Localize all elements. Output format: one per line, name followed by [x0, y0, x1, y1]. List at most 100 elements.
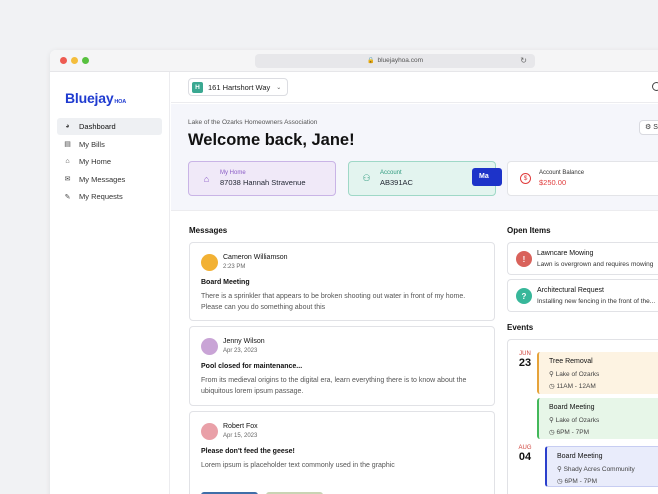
maximize-window-button[interactable]: [82, 57, 89, 64]
sender-name: Cameron Williamson: [223, 254, 288, 261]
message-time: Apr 15, 2023: [223, 433, 258, 439]
my-home-card[interactable]: ⌂ My Home 87038 Hannah Stravenue: [188, 161, 336, 196]
browser-titlebar: 🔒 bluejayhoa.com ↻: [50, 50, 658, 72]
warning-icon: !: [516, 251, 532, 267]
event-day: 04: [518, 451, 532, 463]
message-card[interactable]: Robert Fox Apr 15, 2023 Please don't fee…: [189, 411, 495, 494]
messages-title: Messages: [189, 226, 228, 235]
sender-name: Jenny Wilson: [223, 338, 265, 345]
event-day: 23: [518, 357, 532, 369]
sidebar: BluejayHOA ◕ Dashboard ▤ My Bills ⌂ My H…: [50, 72, 170, 494]
association-name: Lake of the Ozarks Homeowners Associatio…: [188, 119, 318, 126]
message-body: Lorem ipsum is placeholder text commonly…: [201, 462, 395, 469]
event-card[interactable]: Board Meeting ⚲ Shady Acres Community ◷ …: [545, 446, 658, 487]
dashboard-icon: ◕: [65, 123, 70, 130]
open-item-title: Lawncare Mowing: [537, 250, 594, 257]
address-bar[interactable]: 🔒 bluejayhoa.com ↻: [255, 54, 535, 68]
message-card[interactable]: Cameron Williamson 2:23 PM Board Meeting…: [189, 242, 495, 321]
event-card[interactable]: Board Meeting ⚲ Lake of Ozarks ◷ 6PM - 7…: [537, 398, 658, 439]
house-address: 161 Hartshort Way: [208, 82, 271, 92]
sidebar-item-my-bills[interactable]: ▤ My Bills: [57, 136, 162, 153]
sidebar-item-label: Dashboard: [79, 122, 116, 131]
message-icon: ✉: [64, 176, 71, 183]
question-icon: ?: [516, 288, 532, 304]
account-balance-card: $ Account Balance $250.00: [507, 161, 658, 196]
close-window-button[interactable]: [60, 57, 67, 64]
event-title: Board Meeting: [557, 453, 603, 460]
event-title: Board Meeting: [549, 404, 595, 411]
search-icon[interactable]: [652, 82, 658, 91]
sidebar-item-my-requests[interactable]: ✎ My Requests: [57, 188, 162, 205]
account-value: AB391AC: [380, 178, 413, 187]
brand-logo[interactable]: BluejayHOA: [65, 90, 126, 106]
house-badge: H: [192, 81, 203, 93]
my-home-label: My Home: [220, 170, 246, 176]
location-pin-icon: ⚲: [549, 371, 554, 378]
balance-label: Account Balance: [539, 170, 585, 176]
event-title: Tree Removal: [549, 358, 593, 365]
sidebar-item-my-home[interactable]: ⌂ My Home: [57, 153, 162, 170]
events-title: Events: [507, 323, 534, 332]
settings-button[interactable]: ⚙ S: [639, 120, 658, 135]
minimize-window-button[interactable]: [71, 57, 78, 64]
home-icon: ⌂: [203, 173, 210, 184]
message-subject: Board Meeting: [201, 279, 250, 286]
event-time: ◷ 6PM - 7PM: [557, 478, 597, 485]
welcome-panel: Lake of the Ozarks Homeowners Associatio…: [171, 104, 658, 211]
clock-icon: ◷: [557, 478, 563, 485]
event-location: ⚲ Lake of Ozarks: [549, 371, 600, 378]
event-date: JUN 23: [515, 351, 535, 369]
event-location: ⚲ Lake of Ozarks: [549, 417, 600, 424]
message-time: 2:23 PM: [223, 264, 246, 270]
lock-icon: 🔒: [366, 58, 375, 64]
request-icon: ✎: [64, 193, 71, 201]
reload-icon[interactable]: ↻: [520, 54, 527, 68]
dollar-icon: $: [520, 173, 531, 184]
sidebar-nav: ◕ Dashboard ▤ My Bills ⌂ My Home ✉ My Me…: [57, 118, 162, 206]
message-body: From its medieval origins to the digital…: [201, 377, 467, 395]
sidebar-item-label: My Requests: [79, 192, 123, 201]
open-item-card[interactable]: ? Architectural Request Installing new f…: [507, 279, 658, 312]
open-item-title: Architectural Request: [537, 287, 604, 294]
event-card[interactable]: Tree Removal ⚲ Lake of Ozarks ◷ 11AM - 1…: [537, 352, 658, 394]
open-item-card[interactable]: ! Lawncare Mowing Lawn is overgrown and …: [507, 242, 658, 275]
sidebar-item-label: My Messages: [79, 174, 126, 184]
home-icon: ⌂: [65, 158, 70, 165]
open-items-title: Open Items: [507, 226, 551, 235]
event-time: ◷ 6PM - 7PM: [549, 429, 589, 436]
message-body: There is a sprinkler that appears to be …: [201, 293, 466, 311]
make-payment-button[interactable]: Ma: [472, 168, 502, 186]
sidebar-item-dashboard[interactable]: ◕ Dashboard: [57, 118, 162, 135]
balance-value: $250.00: [539, 178, 567, 187]
account-icon: ⚇: [362, 173, 371, 183]
message-subject: Please don't feed the geese!: [201, 448, 295, 455]
sidebar-item-label: My Home: [79, 157, 112, 166]
message-time: Apr 23, 2023: [223, 348, 258, 354]
bill-icon: ▤: [64, 141, 71, 148]
url-text: bluejayhoa.com: [377, 57, 423, 64]
clock-icon: ◷: [549, 429, 555, 436]
avatar: [201, 423, 218, 440]
location-pin-icon: ⚲: [557, 466, 562, 473]
sidebar-item-my-messages[interactable]: ✉ My Messages: [57, 171, 162, 188]
house-selector[interactable]: H 161 Hartshort Way ⌄: [188, 78, 289, 96]
account-label: Account: [380, 170, 402, 176]
settings-icon: ⚙: [645, 124, 652, 131]
event-date: AUG 04: [515, 445, 535, 463]
avatar: [201, 338, 218, 355]
message-subject: Pool closed for maintenance...: [201, 363, 303, 370]
clock-icon: ◷: [549, 383, 555, 390]
sender-name: Robert Fox: [223, 423, 258, 430]
top-bar: H 161 Hartshort Way ⌄: [171, 72, 658, 103]
event-time: ◷ 11AM - 12AM: [549, 383, 596, 390]
my-home-value: 87038 Hannah Stravenue: [220, 178, 306, 187]
chevron-down-icon: ⌄: [276, 84, 282, 91]
open-item-subtitle: Installing new fencing in the front of t…: [537, 298, 656, 305]
events-panel: JUN 23 Tree Removal ⚲ Lake of Ozarks ◷ 1…: [507, 339, 658, 494]
event-location: ⚲ Shady Acres Community: [557, 466, 635, 473]
sidebar-item-label: My Bills: [79, 139, 105, 149]
avatar: [201, 254, 218, 271]
open-item-subtitle: Lawn is overgrown and requires mowing: [537, 261, 654, 268]
message-card[interactable]: Jenny Wilson Apr 23, 2023 Pool closed fo…: [189, 326, 495, 406]
page-title: Welcome back, Jane!: [188, 131, 355, 149]
